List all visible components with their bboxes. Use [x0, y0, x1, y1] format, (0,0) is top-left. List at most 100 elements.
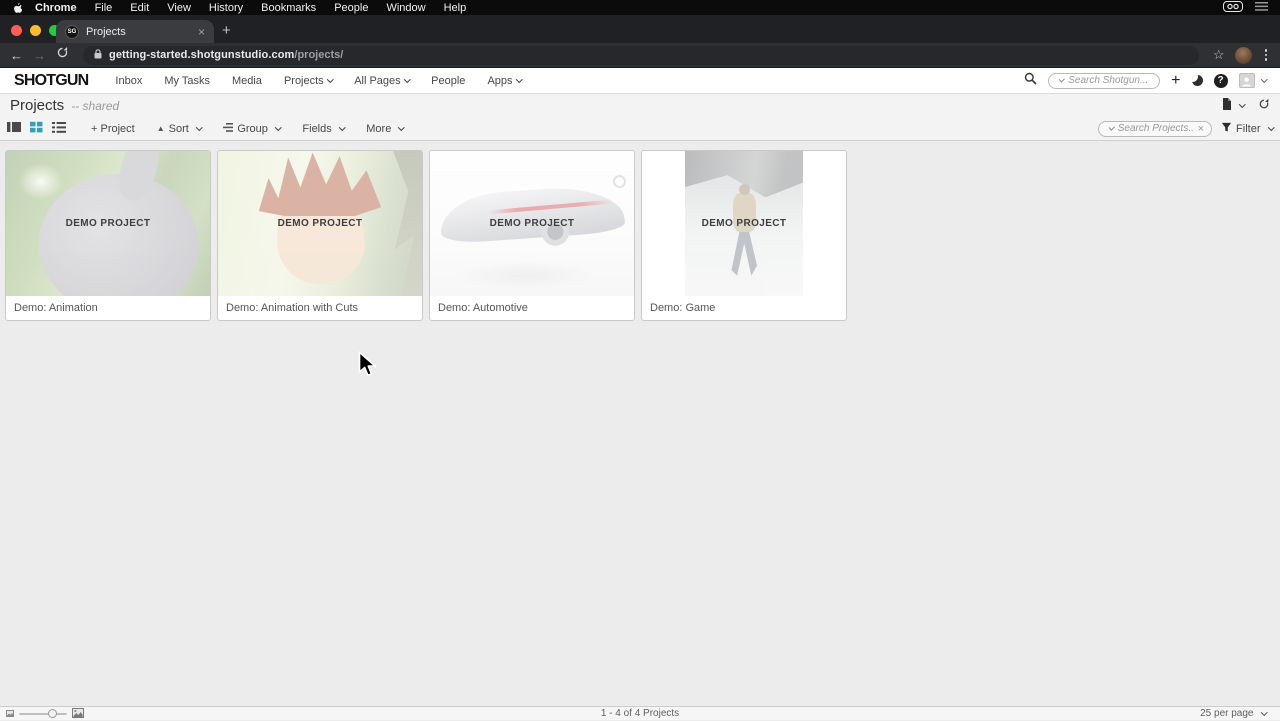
group-button[interactable]: Group	[212, 122, 291, 135]
demo-project-overlay: DEMO PROJECT	[65, 218, 151, 229]
project-thumbnail[interactable]: DEMO PROJECT	[6, 151, 210, 296]
window-controls	[11, 25, 60, 36]
page-menu[interactable]	[1222, 97, 1245, 115]
view-list-icon[interactable]	[52, 121, 66, 136]
project-thumbnail[interactable]: DEMO PROJECT	[218, 151, 422, 296]
group-list-icon	[223, 122, 234, 135]
chevron-down-icon	[515, 76, 522, 83]
moon-icon[interactable]	[1191, 75, 1203, 86]
project-thumbnail[interactable]: DEMO PROJECT	[642, 151, 846, 296]
filter-button[interactable]: Filter	[1221, 122, 1274, 136]
window-close-button[interactable]	[11, 25, 22, 36]
chevron-down-icon	[403, 76, 411, 83]
nav-projects[interactable]: Projects	[273, 75, 343, 87]
nav-media[interactable]: Media	[221, 75, 273, 87]
menubar-item-bookmarks[interactable]: Bookmarks	[252, 2, 325, 14]
macos-menubar: Chrome File Edit View History Bookmarks …	[0, 0, 1280, 15]
global-add-button[interactable]: +	[1171, 72, 1180, 90]
chevron-down-icon	[1260, 709, 1267, 716]
tab-title: Projects	[86, 25, 126, 38]
bookmark-star-icon[interactable]: ☆	[1213, 47, 1225, 63]
more-button[interactable]: More	[355, 123, 415, 135]
page-doc-icon	[1222, 97, 1232, 115]
shotgun-logo[interactable]: SHOTGUN	[14, 72, 89, 90]
chevron-down-icon	[326, 76, 334, 83]
demo-project-overlay: DEMO PROJECT	[701, 218, 787, 229]
shotgun-header: SHOTGUN Inbox My Tasks Media Projects Al…	[0, 68, 1280, 94]
project-card-title[interactable]: Demo: Animation	[6, 296, 210, 320]
projects-search-box[interactable]: ×	[1098, 120, 1213, 137]
lock-icon	[94, 48, 102, 62]
screen-record-icon[interactable]	[1223, 0, 1243, 15]
chrome-toolbar: ← → getting-started.shotgunstudio.com/pr…	[0, 43, 1280, 68]
menubar-item-file[interactable]: File	[86, 2, 122, 14]
nav-apps[interactable]: Apps	[476, 75, 532, 87]
view-browser-icon[interactable]	[7, 121, 21, 136]
global-search-input[interactable]	[1068, 75, 1153, 86]
menubar-item-view[interactable]: View	[158, 2, 200, 14]
menubar-item-edit[interactable]: Edit	[121, 2, 158, 14]
projects-search-input[interactable]	[1117, 123, 1194, 134]
fields-button[interactable]: Fields	[291, 123, 355, 135]
menubar-item-window[interactable]: Window	[377, 2, 434, 14]
refresh-icon[interactable]	[1258, 97, 1270, 115]
account-menu[interactable]	[1238, 73, 1267, 88]
menubar-item-help[interactable]: Help	[435, 2, 476, 14]
chrome-profile-avatar[interactable]	[1234, 46, 1252, 64]
window-minimize-button[interactable]	[30, 25, 41, 36]
pagination-range: 1 - 4 of 4 Projects	[600, 708, 680, 719]
chevron-down-icon[interactable]	[1059, 76, 1066, 83]
global-search-box[interactable]	[1048, 72, 1161, 89]
url-host: getting-started.shotgunstudio.com	[109, 49, 295, 61]
project-card[interactable]: DEMO PROJECT Demo: Game	[641, 150, 847, 321]
forward-button: →	[33, 47, 46, 63]
project-card[interactable]: DEMO PROJECT Demo: Automotive	[429, 150, 635, 321]
projects-toolbar: + Project ▲ Sort Group Fields More × Fil…	[0, 117, 1280, 141]
status-bar: 1 - 4 of 4 Projects 25 per page	[0, 706, 1280, 720]
chevron-down-icon	[274, 124, 282, 131]
nav-all-pages[interactable]: All Pages	[343, 75, 420, 87]
reload-button[interactable]	[56, 46, 69, 64]
view-grid-icon[interactable]	[30, 121, 43, 136]
menubar-item-chrome[interactable]: Chrome	[26, 2, 86, 14]
chevron-down-icon	[398, 124, 405, 131]
chevron-down-icon	[195, 124, 203, 131]
back-button[interactable]: ←	[10, 48, 23, 63]
clear-search-icon[interactable]: ×	[1198, 123, 1204, 135]
project-card-title[interactable]: Demo: Automotive	[430, 296, 634, 320]
chevron-down-icon	[1260, 76, 1267, 83]
project-grid: DEMO PROJECT Demo: Animation DEMO PROJEC…	[0, 142, 1280, 321]
main-nav: Inbox My Tasks Media Projects All Pages …	[104, 75, 532, 87]
sort-button[interactable]: ▲ Sort	[146, 123, 213, 135]
chevron-down-icon	[338, 124, 346, 131]
page-title: Projects	[10, 97, 65, 114]
browser-tab-projects[interactable]: SG Projects ×	[56, 20, 214, 43]
search-icon[interactable]	[1024, 72, 1037, 90]
tab-close-icon[interactable]: ×	[198, 25, 205, 39]
new-tab-button[interactable]: +	[222, 21, 231, 41]
menu-list-icon[interactable]	[1255, 1, 1268, 14]
chevron-down-icon[interactable]	[1108, 124, 1115, 131]
apple-icon[interactable]	[12, 2, 22, 14]
project-card[interactable]: DEMO PROJECT Demo: Animation	[5, 150, 211, 321]
demo-project-overlay: DEMO PROJECT	[489, 218, 575, 229]
address-bar[interactable]: getting-started.shotgunstudio.com/projec…	[83, 45, 1199, 65]
per-page-selector[interactable]: 25 per page	[1200, 708, 1267, 719]
menubar-item-people[interactable]: People	[325, 2, 377, 14]
nav-inbox[interactable]: Inbox	[104, 75, 153, 87]
project-card-title[interactable]: Demo: Game	[642, 296, 846, 320]
help-icon[interactable]: ?	[1213, 73, 1228, 88]
project-thumbnail[interactable]: DEMO PROJECT	[430, 151, 634, 296]
chrome-menu-icon[interactable]	[1262, 49, 1271, 61]
add-project-button[interactable]: + Project	[80, 123, 146, 135]
nav-people[interactable]: People	[420, 75, 476, 87]
menubar-item-history[interactable]: History	[200, 2, 252, 14]
page-title-row: Projects -- shared	[0, 94, 1280, 117]
chevron-down-icon	[1238, 101, 1245, 108]
project-card[interactable]: DEMO PROJECT Demo: Animation with Cuts	[217, 150, 423, 321]
nav-my-tasks[interactable]: My Tasks	[153, 75, 221, 87]
demo-project-overlay: DEMO PROJECT	[277, 218, 363, 229]
project-card-title[interactable]: Demo: Animation with Cuts	[218, 296, 422, 320]
projects-content: DEMO PROJECT Demo: Animation DEMO PROJEC…	[0, 142, 1280, 706]
status-circle-icon	[613, 175, 626, 188]
